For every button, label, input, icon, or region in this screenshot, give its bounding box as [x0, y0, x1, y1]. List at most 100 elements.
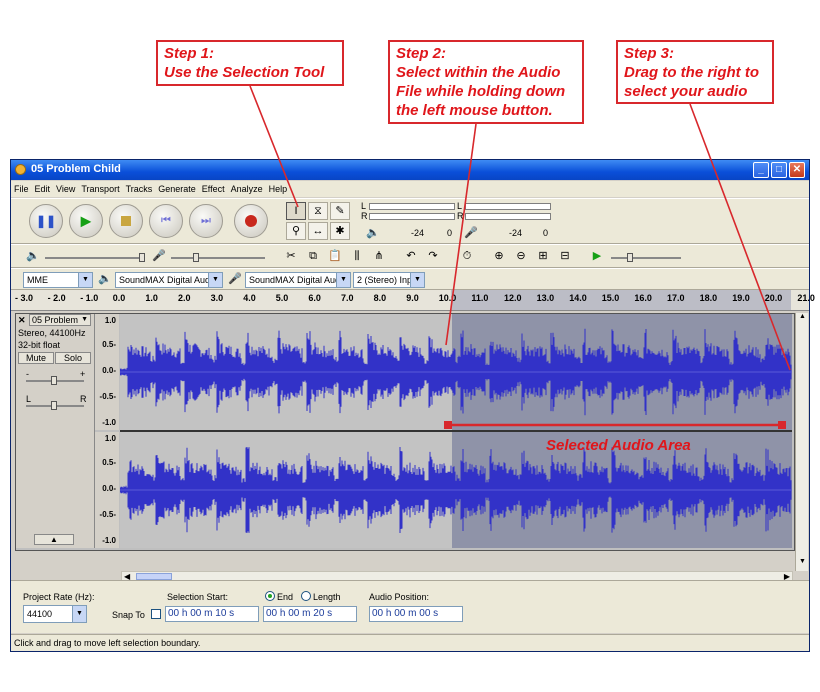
- scale-bottom: -1.0: [102, 418, 116, 427]
- scroll-thumb[interactable]: [136, 573, 172, 580]
- input-volume-icon: 🎤: [152, 250, 166, 262]
- output-device-select[interactable]: SoundMAX Digital Audio ▼: [115, 272, 223, 288]
- skip-start-button[interactable]: ⏮: [149, 204, 183, 238]
- input-meter-db-mid: -24: [509, 228, 523, 238]
- paste-icon[interactable]: 📋: [325, 247, 345, 265]
- track-control-panel: ✕ 05 Problem ▼ Stereo, 44100Hz 32-bit fl…: [16, 314, 95, 548]
- minimize-button[interactable]: _: [753, 162, 769, 178]
- zoom-in-icon[interactable]: ⊕: [489, 247, 509, 265]
- app-icon: [15, 164, 26, 175]
- output-device-value: SoundMAX Digital Audio: [119, 275, 218, 285]
- time-shift-tool-icon[interactable]: ↔: [308, 222, 328, 240]
- waveform-graphic: [120, 447, 792, 533]
- host-select[interactable]: MME ▼: [23, 272, 93, 288]
- snap-to-checkbox[interactable]: [151, 609, 161, 619]
- ruler-tick-label: 9.0: [406, 293, 419, 303]
- step3-text-2: select your audio: [624, 83, 748, 100]
- audio-position-time[interactable]: 00 h 00 m 00 s: [369, 606, 463, 622]
- gain-knob[interactable]: [51, 376, 57, 385]
- length-radio[interactable]: [301, 591, 311, 601]
- project-rate-select[interactable]: 44100 ▼: [23, 605, 87, 623]
- fit-selection-icon[interactable]: ⊞: [533, 247, 553, 265]
- scale-top: 1.0: [104, 316, 116, 325]
- input-meter-left-label: L: [457, 201, 463, 211]
- right-channel-waveform[interactable]: [120, 432, 792, 548]
- menu-file[interactable]: File: [11, 181, 32, 197]
- pause-button[interactable]: ❚❚: [29, 204, 63, 238]
- play-button[interactable]: ▶: [69, 204, 103, 238]
- skip-end-button[interactable]: ⏭: [189, 204, 223, 238]
- scale-bottom: -1.0: [102, 536, 116, 545]
- fit-project-icon[interactable]: ⊟: [555, 247, 575, 265]
- close-button[interactable]: ✕: [789, 162, 805, 178]
- cut-icon[interactable]: ✂: [281, 247, 301, 265]
- gain-minus-label: -: [26, 369, 29, 379]
- play-speed-slider[interactable]: [611, 257, 681, 259]
- maximize-button[interactable]: □: [771, 162, 787, 178]
- ruler-tick-label: 21.0: [797, 293, 815, 303]
- input-volume-slider[interactable]: [171, 257, 265, 259]
- silence-icon[interactable]: ⋔: [369, 247, 389, 265]
- multi-tool-icon[interactable]: ✱: [330, 222, 350, 240]
- output-device-icon: 🔈: [98, 273, 112, 285]
- pan-knob[interactable]: [51, 401, 57, 410]
- scroll-down-arrow-icon[interactable]: ▼: [796, 558, 809, 570]
- timeline-ruler[interactable]: - 3.0 - 2.0 - 1.0 0.0 1.0 2.0 3.0 4.0 5.0 6.0 7.0 8…: [11, 290, 815, 311]
- input-meter-db-end: 0: [543, 228, 549, 238]
- solo-button[interactable]: Solo: [55, 352, 91, 364]
- vertical-scrollbar[interactable]: ▲ ▼: [795, 313, 808, 571]
- ruler-tick-label: - 1.0: [80, 293, 99, 303]
- input-volume-knob[interactable]: [193, 253, 199, 262]
- output-volume-slider[interactable]: [45, 257, 145, 259]
- mute-button[interactable]: Mute: [18, 352, 54, 364]
- menu-help[interactable]: Help: [266, 181, 291, 197]
- track-close-icon[interactable]: ✕: [18, 315, 28, 325]
- selection-tool-icon[interactable]: I: [286, 202, 306, 220]
- selection-toolbar: Project Rate (Hz): 44100 ▼ Snap To Select…: [11, 580, 809, 633]
- left-channel-waveform[interactable]: [120, 314, 792, 430]
- output-meter-left: [369, 203, 455, 210]
- envelope-tool-icon[interactable]: ⧖: [308, 202, 328, 220]
- undo-icon[interactable]: ↶: [401, 247, 421, 265]
- title-bar[interactable]: 05 Problem Child _ □ ✕: [11, 160, 809, 180]
- snap-to-label: Snap To: [112, 610, 145, 620]
- copy-icon[interactable]: ⧉: [303, 247, 323, 265]
- sync-lock-icon[interactable]: ⏱: [457, 247, 477, 265]
- audio-position-value: 00 h 00 m 00 s: [372, 608, 439, 619]
- menu-edit[interactable]: Edit: [32, 181, 54, 197]
- menu-view[interactable]: View: [53, 181, 78, 197]
- chevron-down-icon: ▼: [81, 316, 88, 323]
- scale-half: 0.5-: [102, 340, 116, 349]
- menu-generate[interactable]: Generate: [155, 181, 199, 197]
- selection-end-time[interactable]: 00 h 00 m 20 s: [263, 606, 357, 622]
- right-channel-scale: 1.0 0.5- 0.0- -0.5- -1.0: [95, 432, 119, 548]
- chevron-down-icon: ▼: [336, 273, 350, 287]
- menu-analyze[interactable]: Analyze: [228, 181, 266, 197]
- menu-effect[interactable]: Effect: [199, 181, 228, 197]
- channels-select[interactable]: 2 (Stereo) Inp ▼: [353, 272, 425, 288]
- end-radio[interactable]: [265, 591, 275, 601]
- stop-button[interactable]: [109, 204, 143, 238]
- menu-transport[interactable]: Transport: [78, 181, 122, 197]
- redo-icon[interactable]: ↷: [423, 247, 443, 265]
- ruler-tick-label: 0.0: [112, 293, 126, 303]
- menu-tracks[interactable]: Tracks: [123, 181, 156, 197]
- play-at-speed-icon[interactable]: ▶: [587, 247, 607, 265]
- selection-start-time[interactable]: 00 h 00 m 10 s: [165, 606, 259, 622]
- track-bit-depth: 32-bit float: [18, 340, 61, 350]
- record-button[interactable]: [234, 204, 268, 238]
- scroll-up-arrow-icon[interactable]: ▲: [796, 313, 809, 325]
- speaker-icon[interactable]: 🔈: [363, 224, 383, 242]
- play-speed-knob[interactable]: [627, 253, 633, 262]
- microphone-icon[interactable]: 🎤: [461, 224, 481, 242]
- draw-tool-icon[interactable]: ✎: [330, 202, 350, 220]
- output-volume-knob[interactable]: [139, 253, 145, 262]
- zoom-tool-icon[interactable]: ⚲: [286, 222, 306, 240]
- collapse-track-button[interactable]: ▲: [34, 534, 74, 545]
- track-name-menu[interactable]: 05 Problem ▼: [29, 314, 91, 326]
- step2-text-2: File while holding down: [396, 83, 566, 100]
- trim-icon[interactable]: ⫼: [347, 247, 367, 265]
- output-meter-right-label: R: [361, 211, 368, 221]
- zoom-out-icon[interactable]: ⊖: [511, 247, 531, 265]
- input-device-select[interactable]: SoundMAX Digital Audio ▼: [245, 272, 351, 288]
